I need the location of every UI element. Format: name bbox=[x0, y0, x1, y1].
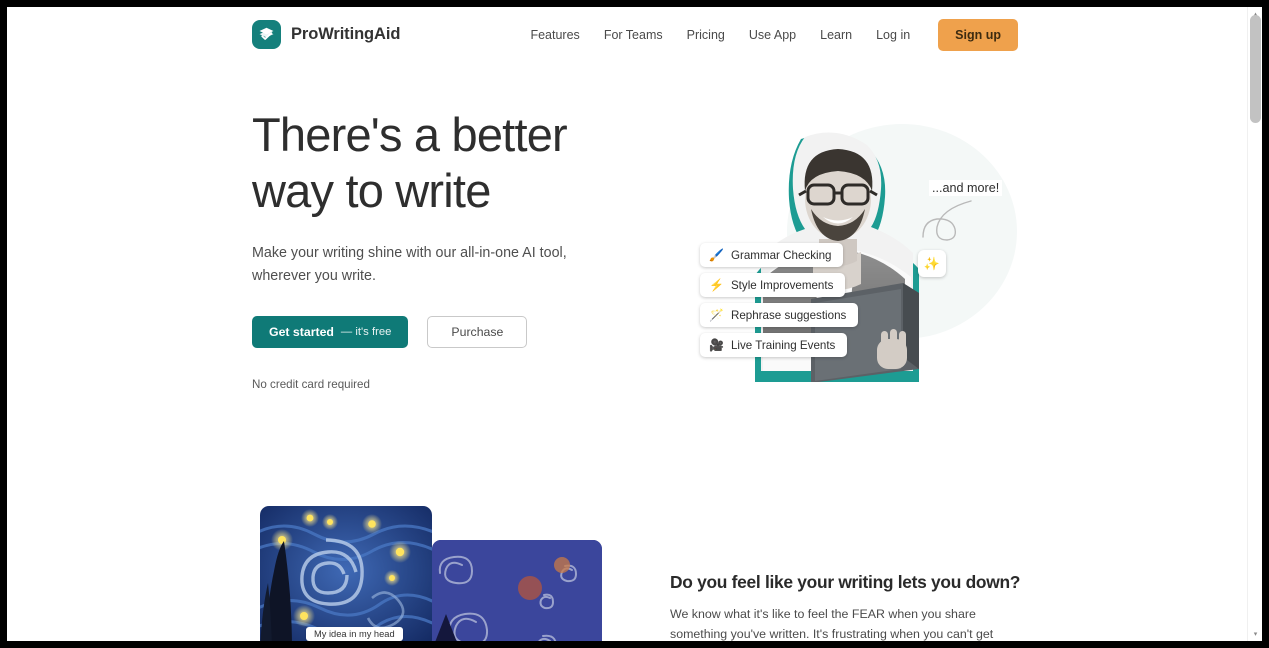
main-navigation: Features For Teams Pricing Use App Learn… bbox=[518, 19, 1018, 51]
starry-night-image: My idea in my head bbox=[260, 506, 432, 641]
books-check-logo-icon bbox=[252, 20, 281, 49]
starry-night-svg bbox=[260, 506, 432, 641]
scribble-panel-svg bbox=[432, 540, 602, 641]
nav-link-use-app[interactable]: Use App bbox=[737, 19, 808, 51]
vertical-scrollbar[interactable]: ▴ ▾ bbox=[1247, 7, 1262, 641]
page-content: ProWritingAid Features For Teams Pricing… bbox=[7, 7, 1247, 641]
brand-name: ProWritingAid bbox=[291, 25, 401, 43]
movie-camera-icon: 🎥 bbox=[709, 338, 724, 352]
page-viewport: ProWritingAid Features For Teams Pricing… bbox=[7, 7, 1262, 641]
get-started-label: Get started bbox=[269, 325, 334, 339]
get-started-suffix: — it's free bbox=[340, 326, 392, 338]
hero-title-line-1: There's a better bbox=[252, 108, 568, 161]
magic-wand-icon: 🪄 bbox=[709, 308, 724, 322]
feature-chip-label: Rephrase suggestions bbox=[730, 308, 847, 322]
lower-section-copy: Do you feel like your writing lets you d… bbox=[670, 572, 1020, 641]
scrollbar-thumb[interactable] bbox=[1250, 15, 1261, 123]
hero-title-line-2: way to write bbox=[252, 164, 491, 217]
hero-illustration: 🖌️ Grammar Checking ⚡ Style Improvements… bbox=[667, 102, 1027, 402]
feature-chip-grammar-checking: 🖌️ Grammar Checking bbox=[700, 243, 844, 267]
feature-chip-label: Grammar Checking bbox=[730, 248, 832, 262]
scribble-panel-image bbox=[432, 540, 602, 641]
sign-up-button[interactable]: Sign up bbox=[938, 19, 1018, 51]
nav-link-pricing[interactable]: Pricing bbox=[675, 19, 737, 51]
curly-pointer-line bbox=[922, 200, 972, 241]
scroll-down-arrow[interactable]: ▾ bbox=[1248, 627, 1262, 641]
hero-subtitle: Make your writing shine with our all-in-… bbox=[252, 245, 567, 284]
lower-section-body: We know what it's like to feel the FEAR … bbox=[670, 607, 994, 641]
nav-link-features[interactable]: Features bbox=[518, 19, 591, 51]
feature-chip-live-training-events: 🎥 Live Training Events bbox=[700, 333, 848, 357]
browser-window: ProWritingAid Features For Teams Pricing… bbox=[0, 0, 1269, 648]
nav-link-log-in[interactable]: Log in bbox=[864, 19, 922, 51]
lower-section-title: Do you feel like your writing lets you d… bbox=[670, 572, 1021, 592]
brand-logo-link[interactable]: ProWritingAid bbox=[252, 20, 400, 49]
feature-chip-rephrase-suggestions: 🪄 Rephrase suggestions bbox=[700, 303, 859, 327]
nav-link-for-teams[interactable]: For Teams bbox=[592, 19, 675, 51]
hero-button-group: Get started — it's free Purchase bbox=[252, 316, 652, 348]
site-header: ProWritingAid Features For Teams Pricing… bbox=[7, 7, 1247, 63]
hero-copy: There's a better way to write Make your … bbox=[252, 107, 652, 391]
no-credit-card-note: No credit card required bbox=[252, 378, 370, 391]
page-title: There's a better way to write bbox=[252, 107, 652, 219]
pen-icon: 🖌️ bbox=[709, 248, 724, 262]
and-more-label: ...and more! bbox=[929, 180, 1003, 196]
purchase-button[interactable]: Purchase bbox=[427, 316, 528, 348]
nav-link-learn[interactable]: Learn bbox=[808, 19, 864, 51]
get-started-button[interactable]: Get started — it's free bbox=[252, 316, 409, 348]
feature-chip-style-improvements: ⚡ Style Improvements bbox=[700, 273, 846, 297]
starry-night-caption: My idea in my head bbox=[306, 627, 403, 641]
bolt-icon: ⚡ bbox=[709, 278, 724, 292]
feature-chip-label: Style Improvements bbox=[730, 278, 834, 292]
feature-chip-label: Live Training Events bbox=[730, 338, 836, 352]
